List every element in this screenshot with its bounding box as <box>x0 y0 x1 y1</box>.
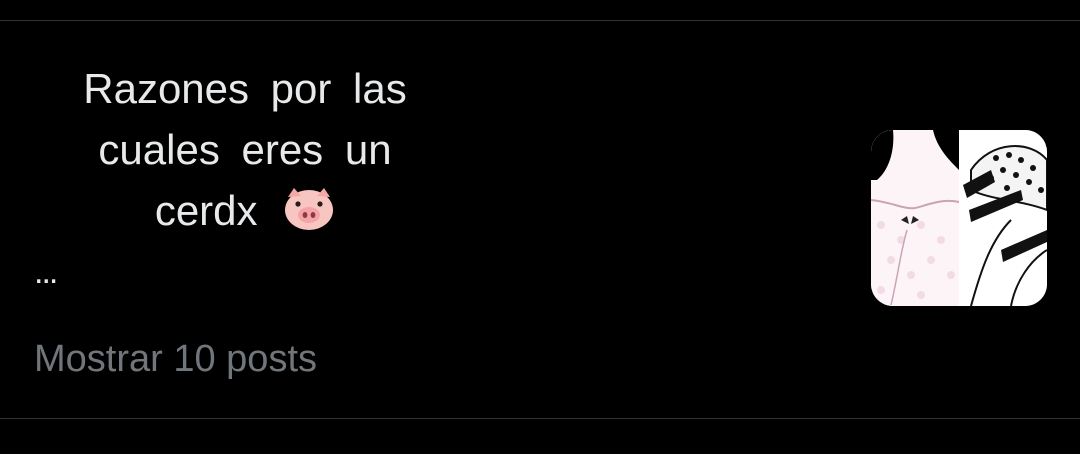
post-text: Razones por las cuales eres un cerdx <box>60 58 430 247</box>
post-thumbnail-image[interactable] <box>871 130 1047 306</box>
pig-face-icon <box>283 185 335 247</box>
post-card[interactable]: Razones por las cuales eres un cerdx ...… <box>0 0 1080 454</box>
top-divider <box>0 20 1080 21</box>
post-text-content: Razones por las cuales eres un cerdx <box>83 65 407 234</box>
show-more-posts-link[interactable]: Mostrar 10 posts <box>34 334 317 384</box>
truncation-ellipsis: ... <box>34 253 58 291</box>
bottom-divider <box>0 418 1080 419</box>
